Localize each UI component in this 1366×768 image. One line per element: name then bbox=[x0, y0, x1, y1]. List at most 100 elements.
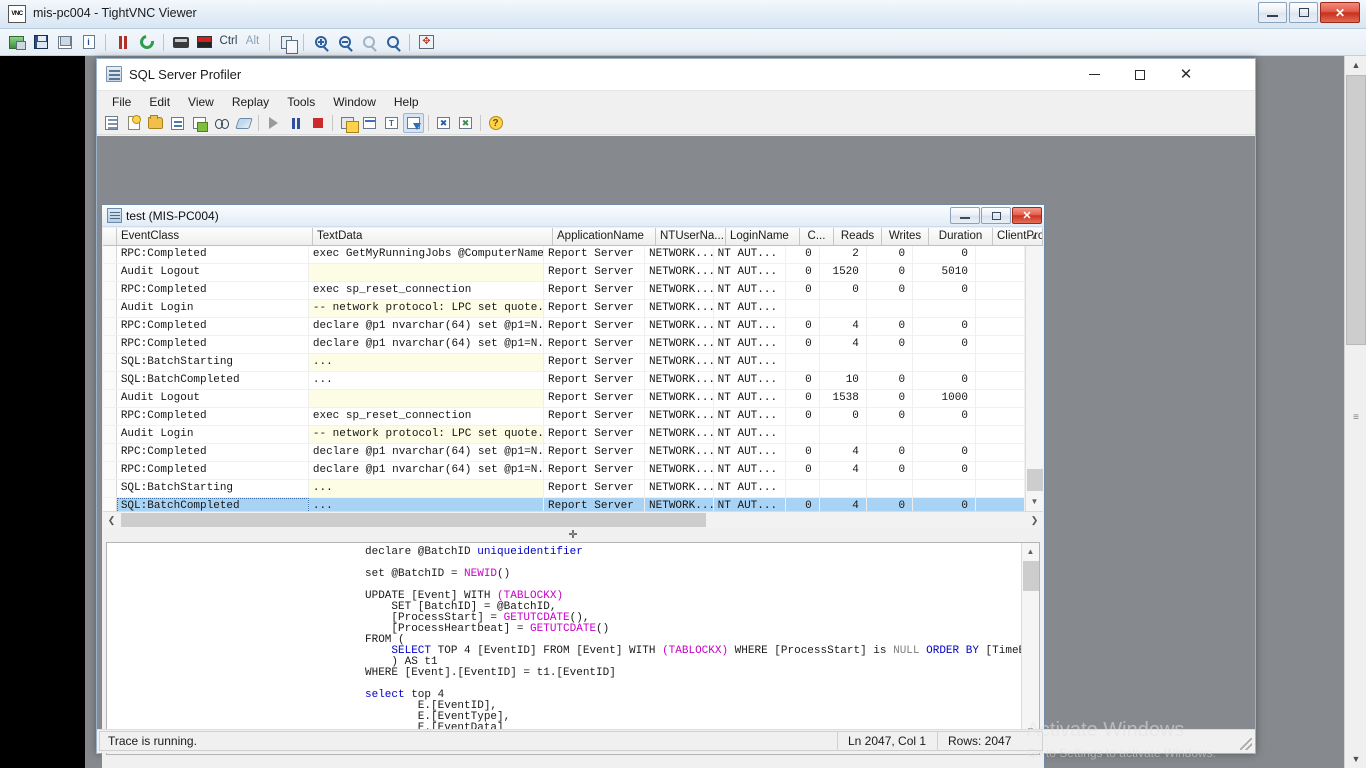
table-row[interactable]: RPC:Completed exec GetMyRunningJobs @Comp… bbox=[103, 246, 1025, 264]
sql-scroll-up-icon[interactable]: ▲ bbox=[1022, 543, 1039, 560]
trace-maximize-button[interactable] bbox=[981, 207, 1011, 224]
column-header-event-class[interactable]: EventClass bbox=[117, 228, 313, 245]
profiler-close-button[interactable]: ✕ bbox=[1163, 59, 1209, 90]
new-trace-template-icon[interactable] bbox=[101, 113, 122, 133]
table-row[interactable]: RPC:Completed exec sp_reset_connection Rep… bbox=[103, 282, 1025, 300]
panel-splitter[interactable]: ✛ bbox=[103, 528, 1043, 542]
trace-properties-icon[interactable] bbox=[167, 113, 188, 133]
edit-template-icon[interactable] bbox=[189, 113, 210, 133]
scrollbar-thumb[interactable] bbox=[1346, 75, 1366, 345]
zoom-in-icon[interactable] bbox=[309, 31, 332, 53]
profiler-maximize-button[interactable] bbox=[1117, 59, 1163, 90]
menu-tools[interactable]: Tools bbox=[278, 93, 324, 111]
run-trace-icon[interactable] bbox=[263, 113, 284, 133]
table-row[interactable]: SQL:BatchStarting... Report Server NETWORK… bbox=[103, 480, 1025, 498]
grid-scroll-up-icon[interactable]: ▲ bbox=[1026, 228, 1043, 245]
column-filters-icon[interactable]: T bbox=[381, 113, 402, 133]
table-row[interactable]: SQL:BatchCompleted... Report Server NETWOR… bbox=[103, 498, 1025, 511]
menu-help[interactable]: Help bbox=[385, 93, 428, 111]
grid-scroll-left-icon[interactable]: ❮ bbox=[103, 512, 120, 528]
table-row[interactable]: Audit Login -- network protocol: LPC set … bbox=[103, 300, 1025, 318]
menu-file[interactable]: File bbox=[103, 93, 140, 111]
table-row[interactable]: Audit Logout Report Server NETWORK... NT AU… bbox=[103, 390, 1025, 408]
column-header-cpu[interactable]: C... bbox=[800, 228, 834, 245]
cell-marker bbox=[103, 282, 117, 299]
column-header-marker[interactable] bbox=[103, 228, 117, 245]
column-header-nt-user-name[interactable]: NTUserNa... bbox=[656, 228, 726, 245]
grid-horizontal-scrollbar[interactable]: ❮ ❯ bbox=[103, 511, 1043, 528]
export-query-icon[interactable]: ✖ bbox=[433, 113, 454, 133]
ctrl-key-toggle[interactable]: Ctrl bbox=[217, 31, 240, 53]
table-row[interactable]: Audit Login -- network protocol: LPC set … bbox=[103, 426, 1025, 444]
aggregate-view-icon[interactable] bbox=[359, 113, 380, 133]
open-trace-file-icon[interactable] bbox=[145, 113, 166, 133]
send-ctrl-esc-icon[interactable] bbox=[193, 31, 216, 53]
grid-vertical-scrollbar[interactable]: ▲ ▼ bbox=[1025, 232, 1043, 511]
send-ctrl-alt-del-icon[interactable] bbox=[169, 31, 192, 53]
zoom-out-icon[interactable] bbox=[333, 31, 356, 53]
scroll-down-arrow-icon[interactable]: ▼ bbox=[1345, 750, 1366, 768]
new-connection-icon[interactable] bbox=[5, 31, 28, 53]
zoom-auto-icon[interactable] bbox=[381, 31, 404, 53]
menu-window[interactable]: Window bbox=[324, 93, 385, 111]
trace-close-button[interactable]: ✕ bbox=[1012, 207, 1042, 224]
cell-writes: 0 bbox=[867, 246, 914, 263]
column-header-duration[interactable]: Duration bbox=[929, 228, 993, 245]
profiler-minimize-button[interactable] bbox=[1071, 59, 1117, 90]
cell-nt-user-name: NETWORK... bbox=[645, 282, 714, 299]
column-header-reads[interactable]: Reads bbox=[834, 228, 882, 245]
table-row[interactable]: RPC:Completed declare @p1 nvarchar(64) se… bbox=[103, 336, 1025, 354]
alt-key-toggle[interactable]: Alt bbox=[241, 31, 264, 53]
column-header-application-name[interactable]: ApplicationName bbox=[553, 228, 656, 245]
column-header-text-data[interactable]: TextData bbox=[313, 228, 553, 245]
connection-info-icon[interactable]: i bbox=[77, 31, 100, 53]
menu-edit[interactable]: Edit bbox=[140, 93, 179, 111]
vnc-vertical-scrollbar[interactable]: ▲ ≡ ▼ bbox=[1344, 56, 1366, 768]
vnc-maximize-button[interactable] bbox=[1289, 2, 1318, 23]
table-row[interactable]: SQL:BatchStarting... Report Server NETWORK… bbox=[103, 354, 1025, 372]
sql-vertical-scrollbar[interactable]: ▲ ▼ bbox=[1021, 543, 1039, 739]
transfer-clipboard-icon[interactable] bbox=[275, 31, 298, 54]
grid-scroll-right-icon[interactable]: ❯ bbox=[1026, 512, 1043, 528]
sql-line: E.[EventType], bbox=[365, 711, 511, 723]
vnc-minimize-button[interactable] bbox=[1258, 2, 1287, 23]
export-plan-icon[interactable]: ✖ bbox=[455, 113, 476, 133]
menu-replay[interactable]: Replay bbox=[223, 93, 278, 111]
pause-icon[interactable] bbox=[111, 31, 134, 53]
fullscreen-icon[interactable]: ✥ bbox=[415, 31, 438, 53]
grid-hscrollbar-thumb[interactable] bbox=[121, 513, 706, 527]
clear-trace-window-icon[interactable] bbox=[233, 113, 254, 133]
table-row[interactable]: RPC:Completed declare @p1 nvarchar(64) se… bbox=[103, 318, 1025, 336]
cell-application-name: Report Server bbox=[544, 498, 646, 511]
auto-scroll-icon[interactable] bbox=[403, 113, 424, 133]
find-icon[interactable] bbox=[211, 113, 232, 133]
pause-trace-icon[interactable] bbox=[285, 113, 306, 133]
sql-scrollbar-thumb[interactable] bbox=[1023, 561, 1039, 591]
table-row[interactable]: RPC:Completed declare @p1 nvarchar(64) se… bbox=[103, 444, 1025, 462]
vnc-close-button[interactable]: ✕ bbox=[1320, 2, 1360, 23]
grid-scroll-down-icon[interactable]: ▼ bbox=[1026, 493, 1043, 510]
column-header-writes[interactable]: Writes bbox=[882, 228, 929, 245]
trace-minimize-button[interactable] bbox=[950, 207, 980, 224]
table-row[interactable]: SQL:BatchCompleted... Report Server NETWOR… bbox=[103, 372, 1025, 390]
table-row[interactable]: RPC:Completed exec sp_reset_connection Rep… bbox=[103, 408, 1025, 426]
grid-scrollbar-thumb[interactable] bbox=[1027, 469, 1043, 491]
refresh-icon[interactable] bbox=[135, 31, 158, 53]
connection-options-icon[interactable] bbox=[53, 31, 76, 53]
table-row[interactable]: Audit Logout Report Server NETWORK... NT AU… bbox=[103, 264, 1025, 282]
status-resize-grip-icon[interactable] bbox=[1043, 730, 1255, 753]
zoom-100-icon[interactable] bbox=[357, 31, 380, 53]
group-columns-icon[interactable] bbox=[337, 113, 359, 133]
column-header-login-name[interactable]: LoginName bbox=[726, 228, 800, 245]
cell-duration: 0 bbox=[913, 444, 976, 461]
cell-reads: 4 bbox=[820, 336, 867, 353]
sql-detail-text[interactable]: declare @BatchID uniqueidentifier set @B… bbox=[107, 543, 1021, 740]
help-icon[interactable]: ? bbox=[485, 113, 506, 133]
menu-view[interactable]: View bbox=[179, 93, 223, 111]
new-trace-icon[interactable] bbox=[123, 113, 144, 133]
cell-reads bbox=[820, 300, 867, 317]
save-connection-icon[interactable] bbox=[29, 31, 52, 53]
table-row[interactable]: RPC:Completed declare @p1 nvarchar(64) se… bbox=[103, 462, 1025, 480]
stop-trace-icon[interactable] bbox=[307, 113, 328, 133]
scroll-up-arrow-icon[interactable]: ▲ bbox=[1345, 56, 1366, 74]
